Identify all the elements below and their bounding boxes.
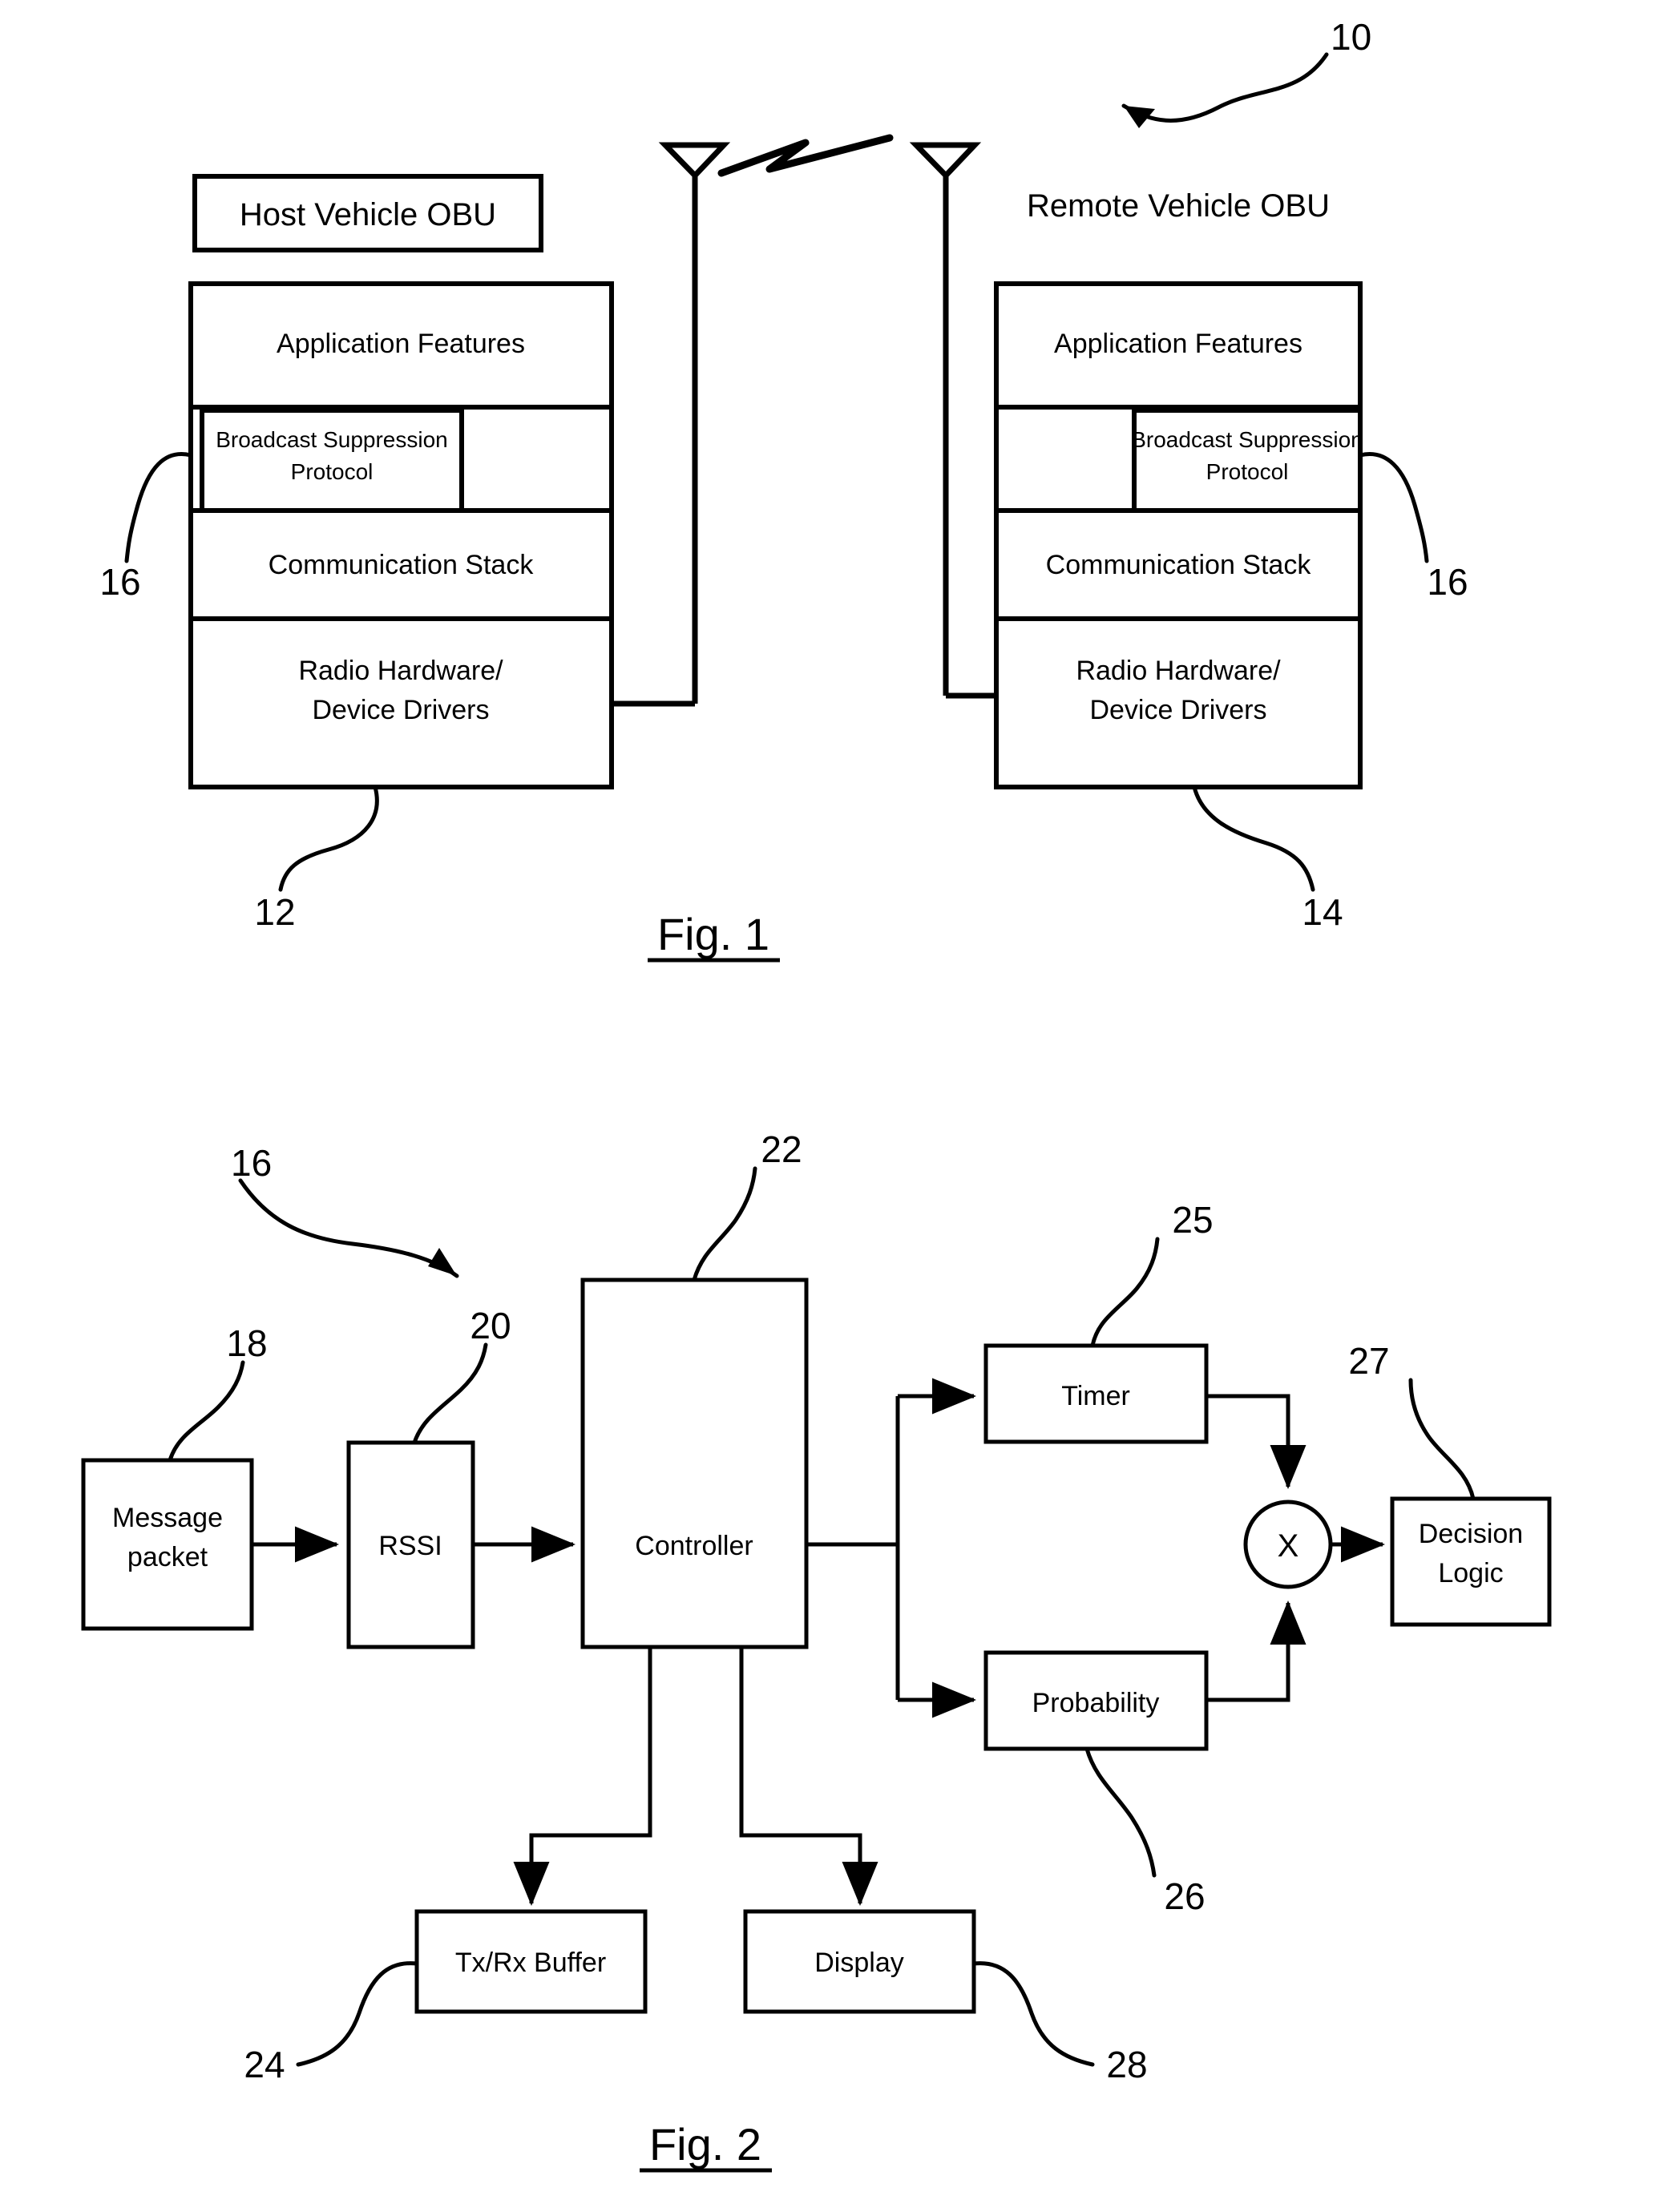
- figure-2-caption: Fig. 2: [649, 2119, 761, 2170]
- controller-leader: [692, 1166, 757, 1282]
- message-packet-label-line2: packet: [127, 1542, 208, 1572]
- tx-rx-buffer-leader: [296, 1961, 419, 2067]
- arrow-controller-to-display: [739, 1647, 878, 1907]
- decision-logic-label-line1: Decision: [1419, 1519, 1523, 1549]
- probability-label: Probability: [1032, 1688, 1160, 1718]
- display-label: Display: [814, 1948, 903, 1978]
- protocol-reference-callout: [238, 1178, 459, 1278]
- controller-box: [580, 1278, 809, 1649]
- reference-24: 24: [244, 2044, 285, 2085]
- timer-leader: [1090, 1237, 1160, 1348]
- timer-label: Timer: [1061, 1381, 1130, 1411]
- arrow-timer-to-multiplier: [1206, 1394, 1307, 1490]
- reference-28: 28: [1106, 2044, 1147, 2085]
- rssi-leader: [412, 1342, 488, 1445]
- message-packet-leader: [168, 1360, 245, 1463]
- rssi-label: RSSI: [378, 1531, 442, 1561]
- tx-rx-buffer-label: Tx/Rx Buffer: [455, 1948, 606, 1978]
- reference-26: 26: [1164, 1875, 1205, 1917]
- reference-16-figure2: 16: [231, 1142, 272, 1184]
- decision-logic-leader: [1408, 1378, 1476, 1501]
- reference-18: 18: [226, 1322, 267, 1364]
- multiplier-label: X: [1278, 1528, 1299, 1564]
- controller-label: Controller: [635, 1531, 753, 1561]
- figure-2: 16 Message packet 18 RSSI 20 Controller …: [81, 1128, 1552, 2173]
- decision-logic-label-line2: Logic: [1438, 1558, 1503, 1588]
- reference-22: 22: [761, 1128, 802, 1170]
- patent-drawing-sheet: 10 Host Vehicle OBU Remote Vehicle OBU A…: [0, 0, 1672, 2212]
- display-leader: [971, 1961, 1095, 2067]
- probability-leader: [1084, 1746, 1157, 1878]
- reference-27: 27: [1348, 1340, 1389, 1382]
- arrow-probability-to-multiplier: [1206, 1600, 1307, 1702]
- reference-25: 25: [1172, 1199, 1213, 1241]
- arrow-controller-to-tx-rx-buffer: [513, 1647, 652, 1907]
- message-packet-label-line1: Message: [112, 1503, 223, 1533]
- reference-20: 20: [470, 1305, 511, 1346]
